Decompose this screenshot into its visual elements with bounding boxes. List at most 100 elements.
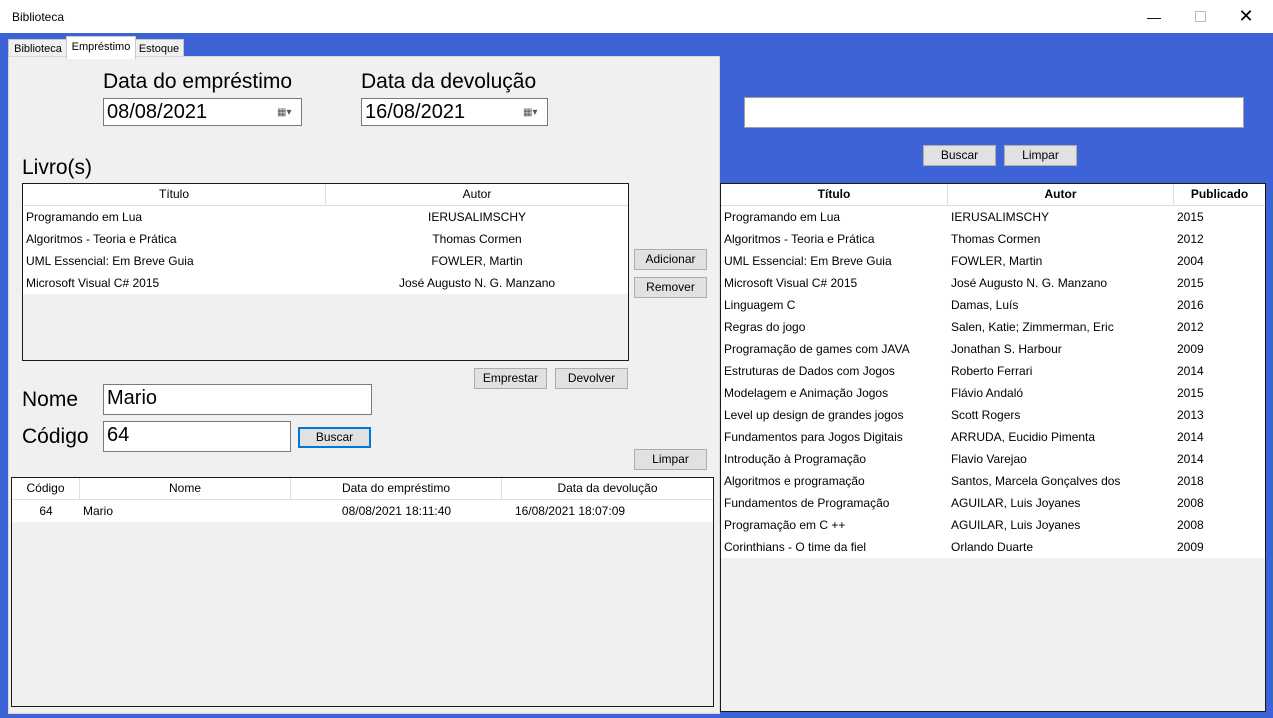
cell-year: 2008 (1177, 496, 1204, 510)
cell-author: Salen, Katie; Zimmerman, Eric (951, 320, 1114, 334)
cell-author: FOWLER, Martin (951, 254, 1043, 268)
tab-emprestimo[interactable]: Empréstimo (66, 36, 136, 59)
table-row[interactable]: Programando em Lua IERUSALIMSCHY (23, 206, 628, 228)
cell-author: José Augusto N. G. Manzano (951, 276, 1108, 290)
table-row[interactable]: Estruturas de Dados com Jogos Roberto Fer… (721, 360, 1265, 382)
name-field[interactable]: Mario (103, 384, 372, 415)
grid-empty-area (721, 558, 1265, 711)
catalog-search-input[interactable] (744, 97, 1244, 128)
cell-title: Programação de games com JAVA (724, 342, 910, 356)
column-header-titulo[interactable]: Título (23, 184, 326, 205)
column-header-autor[interactable]: Autor (948, 184, 1174, 205)
loan-date-label: Data do empréstimo (103, 70, 293, 93)
cell-author: Thomas Cormen (432, 232, 522, 246)
app-window: Biblioteca — ✕ Biblioteca Empréstimo Est… (0, 0, 1273, 718)
cell-title: Fundamentos para Jogos Digitais (724, 430, 903, 444)
table-row[interactable]: Programando em Lua IERUSALIMSCHY 2015 (721, 206, 1265, 228)
table-row[interactable]: Algoritmos - Teoria e Prática Thomas Corm… (721, 228, 1265, 250)
return-date-picker[interactable]: 16/08/2021 ▦▾ (361, 98, 548, 126)
table-row[interactable]: UML Essencial: Em Breve Guia FOWLER, Mar… (23, 250, 628, 272)
catalog-clear-button[interactable]: Limpar (1004, 145, 1077, 166)
table-row[interactable]: Introdução à Programação Flavio Varejao 20… (721, 448, 1265, 470)
cell-author: ARRUDA, Eucidio Pimenta (951, 430, 1096, 444)
cell-year: 2012 (1177, 232, 1204, 246)
table-row[interactable]: Modelagem e Animação Jogos Flávio Andaló 2… (721, 382, 1265, 404)
search-user-button[interactable]: Buscar (298, 427, 371, 448)
column-header-publicado[interactable]: Publicado (1174, 184, 1265, 205)
column-header-data-devolucao[interactable]: Data da devolução (502, 478, 713, 499)
loan-date-value: 08/08/2021 (107, 101, 208, 123)
column-header-nome[interactable]: Nome (80, 478, 291, 499)
grid-header: Título Autor (23, 184, 628, 206)
table-row[interactable]: Linguagem C Damas, Luís 2016 (721, 294, 1265, 316)
return-button[interactable]: Devolver (555, 368, 628, 389)
loan-books-grid[interactable]: Título Autor Programando em Lua IERUSALI… (22, 183, 629, 361)
calendar-dropdown-icon[interactable]: ▦▾ (523, 107, 541, 119)
table-row[interactable]: 64 Mario 08/08/2021 18:11:40 16/08/2021 … (12, 500, 713, 522)
table-row[interactable]: Level up design de grandes jogos Scott Ro… (721, 404, 1265, 426)
cell-title: Fundamentos de Programação (724, 496, 890, 510)
cell-author: Santos, Marcela Gonçalves dos (951, 474, 1121, 488)
cell-title: Programação em C ++ (724, 518, 846, 532)
lend-button[interactable]: Emprestar (474, 368, 547, 389)
cell-title: Microsoft Visual C# 2015 (724, 276, 858, 290)
table-row[interactable]: Algoritmos - Teoria e Prática Thomas Cor… (23, 228, 628, 250)
column-header-autor[interactable]: Autor (326, 184, 628, 205)
cell-author: AGUILAR, Luis Joyanes (951, 518, 1081, 532)
cell-title: Microsoft Visual C# 2015 (26, 276, 160, 290)
table-row[interactable]: Corinthians - O time da fiel Orlando Duar… (721, 536, 1265, 558)
cell-year: 2004 (1177, 254, 1204, 268)
cell-year: 2018 (1177, 474, 1204, 488)
cell-year: 2009 (1177, 540, 1204, 554)
table-row[interactable]: Algoritmos e programação Santos, Marcela … (721, 470, 1265, 492)
cell-year: 2015 (1177, 210, 1204, 224)
cell-author: Jonathan S. Harbour (951, 342, 1062, 356)
table-row[interactable]: Fundamentos de Programação AGUILAR, Luis … (721, 492, 1265, 514)
column-header-data-emprestimo[interactable]: Data do empréstimo (291, 478, 502, 499)
tab-label: Biblioteca (14, 43, 62, 55)
cell-title: Programando em Lua (724, 210, 841, 224)
code-field[interactable]: 64 (103, 421, 291, 452)
catalog-grid[interactable]: Título Autor Publicado Programando em Lu… (720, 183, 1266, 712)
table-row[interactable]: Programação em C ++ AGUILAR, Luis Joyanes… (721, 514, 1265, 536)
remove-book-button[interactable]: Remover (634, 277, 707, 298)
cell-author: Flavio Varejao (951, 452, 1027, 466)
calendar-dropdown-icon[interactable]: ▦▾ (277, 107, 295, 119)
return-date-value: 16/08/2021 (365, 101, 466, 123)
name-value: Mario (107, 387, 158, 409)
column-header-titulo[interactable]: Título (721, 184, 948, 205)
cell-loan-date: 08/08/2021 18:11:40 (341, 504, 452, 518)
catalog-search-button[interactable]: Buscar (923, 145, 996, 166)
cell-title: Linguagem C (724, 298, 796, 312)
cell-title: Programando em Lua (26, 210, 143, 224)
cell-title: Level up design de grandes jogos (724, 408, 904, 422)
maximize-icon[interactable] (1177, 0, 1223, 33)
clear-button[interactable]: Limpar (634, 449, 707, 470)
cell-author: Roberto Ferrari (951, 364, 1033, 378)
cell-return-date: 16/08/2021 18:07:09 (514, 504, 626, 518)
cell-title: Algoritmos - Teoria e Prática (26, 232, 177, 246)
table-row[interactable]: Regras do jogo Salen, Katie; Zimmerman, E… (721, 316, 1265, 338)
table-row[interactable]: Fundamentos para Jogos Digitais ARRUDA, E… (721, 426, 1265, 448)
table-row[interactable]: Programação de games com JAVA Jonathan S.… (721, 338, 1265, 360)
minimize-icon[interactable]: — (1131, 0, 1177, 33)
cell-title: Algoritmos e programação (724, 474, 865, 488)
grid-empty-area (23, 294, 628, 360)
cell-author: Flávio Andaló (951, 386, 1024, 400)
cell-year: 2008 (1177, 518, 1204, 532)
table-row[interactable]: UML Essencial: Em Breve Guia FOWLER, Mart… (721, 250, 1265, 272)
cell-author: IERUSALIMSCHY (951, 210, 1050, 224)
cell-year: 2009 (1177, 342, 1204, 356)
add-book-button[interactable]: Adicionar (634, 249, 707, 270)
cell-year: 2016 (1177, 298, 1204, 312)
cell-author: José Augusto N. G. Manzano (398, 276, 556, 290)
close-icon[interactable]: ✕ (1223, 0, 1269, 33)
column-header-codigo[interactable]: Código (12, 478, 80, 499)
loans-grid[interactable]: Código Nome Data do empréstimo Data da d… (11, 477, 714, 707)
table-row[interactable]: Microsoft Visual C# 2015 José Augusto N.… (23, 272, 628, 294)
cell-author: Damas, Luís (951, 298, 1019, 312)
return-date-label: Data da devolução (361, 70, 537, 93)
loan-date-picker[interactable]: 08/08/2021 ▦▾ (103, 98, 302, 126)
name-label: Nome (22, 388, 79, 411)
table-row[interactable]: Microsoft Visual C# 2015 José Augusto N. … (721, 272, 1265, 294)
